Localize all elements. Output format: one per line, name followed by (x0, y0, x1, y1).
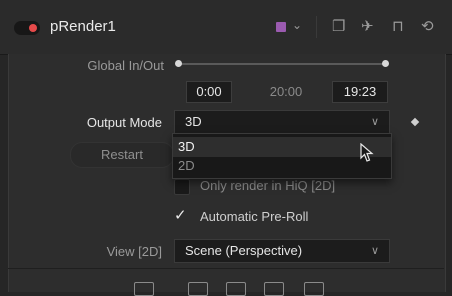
view-2d-select[interactable]: Scene (Perspective) ∨ (174, 239, 390, 263)
slider-end-handle[interactable] (382, 60, 389, 67)
tool-tab-4-icon[interactable] (264, 282, 284, 296)
chevron-down-icon[interactable]: ⌄ (292, 18, 302, 32)
output-mode-label: Output Mode (86, 115, 162, 130)
chevron-down-icon: ∨ (370, 116, 379, 128)
bottom-divider (8, 268, 444, 269)
only-render-hiq-label: Only render in HiQ [2D] (200, 178, 336, 193)
view-2d-label: View [2D] (106, 244, 162, 259)
tool-tab-1-icon[interactable] (134, 282, 154, 296)
color-swatch-icon[interactable] (276, 22, 286, 32)
power-dot (29, 24, 37, 32)
lock-icon[interactable]: ⊓ (392, 17, 404, 35)
restart-button[interactable]: Restart (70, 142, 174, 168)
tool-tab-2-icon[interactable] (188, 282, 208, 296)
global-in-field[interactable]: 0:00 (186, 81, 232, 103)
tool-tab-5-icon[interactable] (304, 282, 324, 296)
slider-start-handle[interactable] (175, 60, 182, 67)
power-toggle-icon[interactable] (14, 21, 40, 35)
global-mid-time: 20:00 (269, 84, 303, 99)
global-out-field[interactable]: 19:23 (332, 81, 388, 103)
only-render-hiq-checkbox[interactable] (174, 179, 190, 195)
option-3d[interactable]: 3D (173, 137, 391, 157)
option-2d[interactable]: 2D (173, 156, 391, 176)
automatic-preroll-label: Automatic Pre-Roll (200, 209, 309, 224)
tool-tab-3-icon[interactable] (226, 282, 246, 296)
chevron-down-icon: ∨ (370, 245, 379, 257)
node-title: pRender1 (50, 18, 116, 35)
output-mode-select[interactable]: 3D ∨ (174, 110, 390, 134)
view-2d-value: Scene (Perspective) (185, 243, 303, 258)
output-mode-dropdown: 3D 2D (172, 133, 392, 179)
output-mode-value: 3D (185, 114, 202, 129)
automatic-preroll-checkbox[interactable]: ✓ (174, 208, 190, 224)
pin-icon[interactable]: ✈ (361, 17, 374, 35)
global-range-slider[interactable] (178, 63, 386, 65)
header-divider (316, 16, 317, 38)
versions-icon[interactable]: ❐ (332, 17, 345, 35)
mouse-cursor-icon (360, 143, 374, 162)
global-in-out-label: Global In/Out (87, 58, 164, 73)
reset-icon[interactable]: ⟲ (421, 17, 434, 35)
